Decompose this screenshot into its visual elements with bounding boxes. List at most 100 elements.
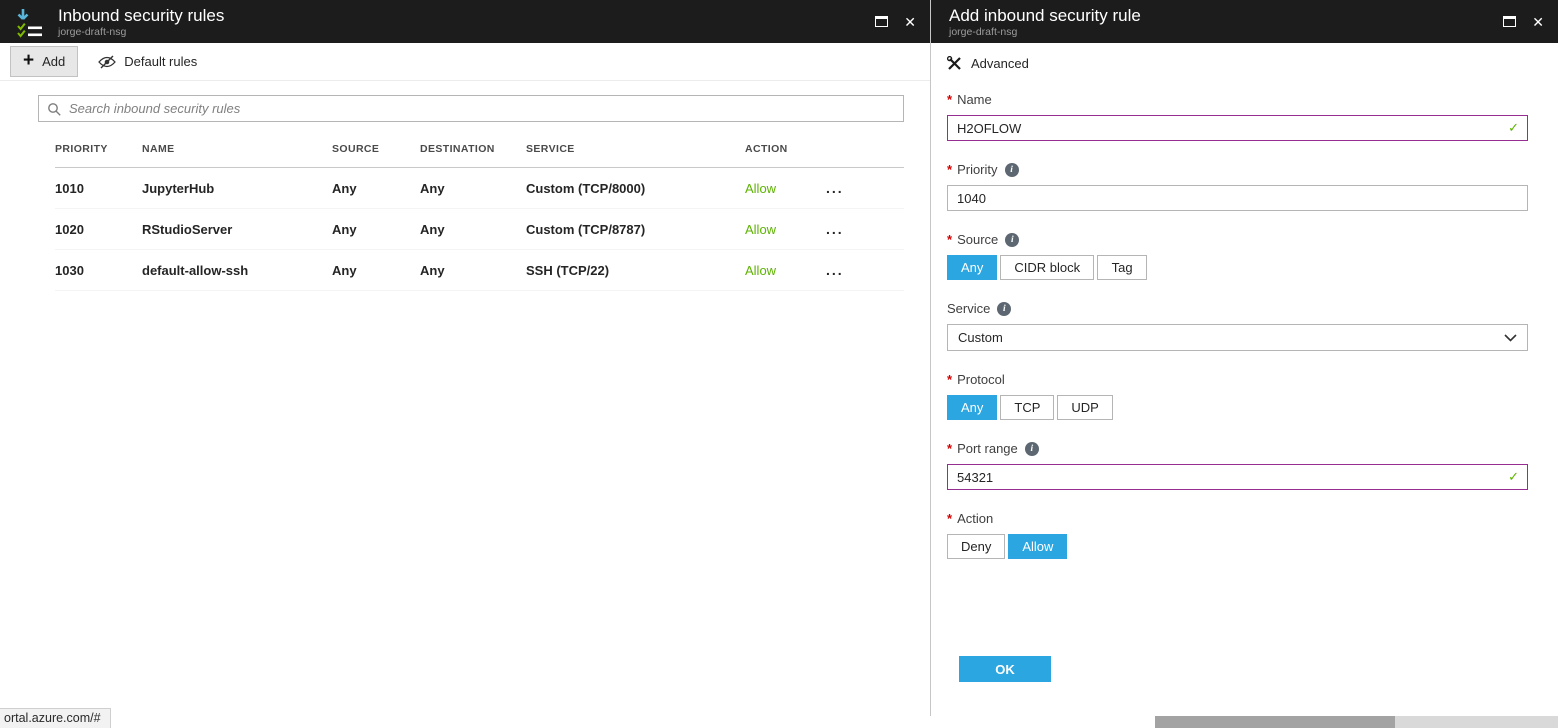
info-icon[interactable]: i xyxy=(997,302,1011,316)
port-range-input[interactable] xyxy=(947,464,1528,490)
required-asterisk: * xyxy=(947,441,952,456)
priority-input[interactable] xyxy=(947,185,1528,211)
plus-icon: + xyxy=(23,51,34,70)
right-blade-titles: Add inbound security rule jorge-draft-ns… xyxy=(945,6,1503,38)
field-protocol: * Protocol Any TCP UDP xyxy=(947,372,1528,420)
action-toggle-group: Deny Allow xyxy=(947,534,1528,559)
cell-priority: 1010 xyxy=(55,181,142,196)
left-blade-window-controls: ✕ xyxy=(875,15,916,29)
browser-status-url: ortal.azure.com/# xyxy=(0,708,111,728)
required-asterisk: * xyxy=(947,162,952,177)
source-any-button[interactable]: Any xyxy=(947,255,997,280)
col-service: SERVICE xyxy=(526,143,745,155)
protocol-tcp-button[interactable]: TCP xyxy=(1000,395,1054,420)
cell-name: default-allow-ssh xyxy=(142,263,332,278)
info-icon[interactable]: i xyxy=(1005,233,1019,247)
service-select[interactable]: Custom xyxy=(947,324,1528,351)
field-port-range: * Port range i ✓ xyxy=(947,441,1528,490)
default-rules-button[interactable]: Default rules xyxy=(86,43,209,80)
row-menu-button[interactable]: ... xyxy=(820,262,844,278)
table-row[interactable]: 1020 RStudioServer Any Any Custom (TCP/8… xyxy=(55,209,904,250)
required-asterisk: * xyxy=(947,92,952,107)
field-name: * Name ✓ xyxy=(947,92,1528,141)
cell-source: Any xyxy=(332,181,420,196)
maximize-icon[interactable] xyxy=(875,16,888,27)
required-asterisk: * xyxy=(947,511,952,526)
info-icon[interactable]: i xyxy=(1025,442,1039,456)
cell-destination: Any xyxy=(420,263,526,278)
cell-action: Allow xyxy=(745,263,820,278)
advanced-label: Advanced xyxy=(971,56,1029,71)
rules-table: PRIORITY NAME SOURCE DESTINATION SERVICE… xyxy=(55,122,904,291)
network-security-group-icon xyxy=(14,6,46,38)
cell-priority: 1030 xyxy=(55,263,142,278)
chevron-down-icon xyxy=(1504,334,1517,342)
close-icon[interactable]: ✕ xyxy=(1532,15,1544,29)
required-asterisk: * xyxy=(947,232,952,247)
name-input[interactable] xyxy=(947,115,1528,141)
left-blade-title: Inbound security rules xyxy=(58,6,875,26)
tools-icon xyxy=(947,56,962,71)
maximize-icon[interactable] xyxy=(1503,16,1516,27)
info-icon[interactable]: i xyxy=(1005,163,1019,177)
row-menu-button[interactable]: ... xyxy=(820,180,844,196)
action-deny-button[interactable]: Deny xyxy=(947,534,1005,559)
right-blade-title: Add inbound security rule xyxy=(949,6,1503,26)
right-blade-header: Add inbound security rule jorge-draft-ns… xyxy=(931,0,1558,43)
add-button-label: Add xyxy=(42,54,65,69)
rule-form: * Name ✓ * Priority i xyxy=(931,92,1558,559)
cell-destination: Any xyxy=(420,222,526,237)
scrollbar-thumb[interactable] xyxy=(1155,716,1395,728)
add-button[interactable]: + Add xyxy=(10,46,78,77)
cell-action: Allow xyxy=(745,222,820,237)
search-box xyxy=(38,95,904,122)
field-action: * Action Deny Allow xyxy=(947,511,1528,559)
service-select-value: Custom xyxy=(958,330,1003,345)
close-icon[interactable]: ✕ xyxy=(904,15,916,29)
eye-slash-icon xyxy=(98,55,116,69)
protocol-udp-button[interactable]: UDP xyxy=(1057,395,1112,420)
source-tag-button[interactable]: Tag xyxy=(1097,255,1147,280)
cell-source: Any xyxy=(332,222,420,237)
priority-label: * Priority i xyxy=(947,162,1528,177)
source-cidr-block-button[interactable]: CIDR block xyxy=(1000,255,1094,280)
cell-name: RStudioServer xyxy=(142,222,332,237)
search-input[interactable] xyxy=(69,96,895,121)
cell-name: JupyterHub xyxy=(142,181,332,196)
col-priority: PRIORITY xyxy=(55,143,142,155)
required-asterisk: * xyxy=(947,372,952,387)
left-blade-header: Inbound security rules jorge-draft-nsg ✕ xyxy=(0,0,930,43)
source-toggle-group: Any CIDR block Tag xyxy=(947,255,1528,280)
protocol-any-button[interactable]: Any xyxy=(947,395,997,420)
valid-check-icon: ✓ xyxy=(1508,120,1519,136)
left-blade-toolbar: + Add Default rules xyxy=(0,43,930,81)
cell-service: Custom (TCP/8000) xyxy=(526,181,745,196)
horizontal-scrollbar[interactable] xyxy=(1155,716,1558,728)
table-row[interactable]: 1030 default-allow-ssh Any Any SSH (TCP/… xyxy=(55,250,904,291)
protocol-toggle-group: Any TCP UDP xyxy=(947,395,1528,420)
cell-destination: Any xyxy=(420,181,526,196)
field-service: Service i Custom xyxy=(947,301,1528,351)
cell-service: Custom (TCP/8787) xyxy=(526,222,745,237)
name-label: * Name xyxy=(947,92,1528,107)
left-blade-titles: Inbound security rules jorge-draft-nsg xyxy=(56,6,875,38)
action-allow-button[interactable]: Allow xyxy=(1008,534,1067,559)
table-row[interactable]: 1010 JupyterHub Any Any Custom (TCP/8000… xyxy=(55,168,904,209)
search-icon xyxy=(47,102,61,116)
advanced-button[interactable]: Advanced xyxy=(947,56,1029,71)
field-priority: * Priority i xyxy=(947,162,1528,211)
table-header: PRIORITY NAME SOURCE DESTINATION SERVICE… xyxy=(55,122,904,168)
protocol-label: * Protocol xyxy=(947,372,1528,387)
service-label: Service i xyxy=(947,301,1528,316)
col-destination: DESTINATION xyxy=(420,143,526,155)
col-action: ACTION xyxy=(745,143,820,155)
ok-button[interactable]: OK xyxy=(959,656,1051,682)
col-name: NAME xyxy=(142,143,332,155)
row-menu-button[interactable]: ... xyxy=(820,221,844,237)
action-label: * Action xyxy=(947,511,1528,526)
right-blade-window-controls: ✕ xyxy=(1503,15,1544,29)
right-blade-subtitle: jorge-draft-nsg xyxy=(949,26,1503,38)
left-blade-subtitle: jorge-draft-nsg xyxy=(58,26,875,38)
source-label: * Source i xyxy=(947,232,1528,247)
add-inbound-rule-blade: Add inbound security rule jorge-draft-ns… xyxy=(931,0,1558,716)
